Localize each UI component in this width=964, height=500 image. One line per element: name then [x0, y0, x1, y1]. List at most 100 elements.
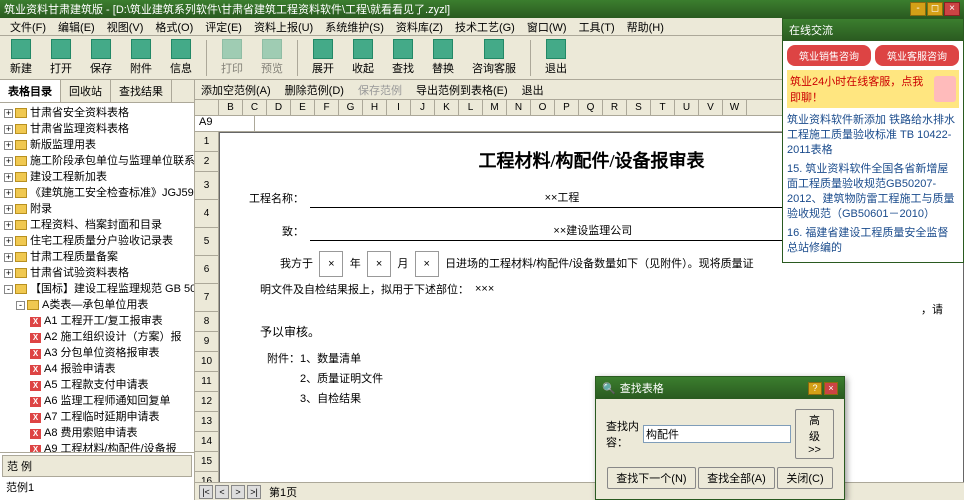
expand-toggle[interactable]: +: [4, 237, 13, 246]
tree-node[interactable]: XA6 监理工程师通知回复单: [2, 393, 192, 409]
close-button[interactable]: ×: [944, 2, 960, 16]
menu-item[interactable]: 格式(O): [149, 19, 199, 35]
expand-toggle[interactable]: +: [4, 157, 13, 166]
tree-node[interactable]: +建设工程新加表: [2, 169, 192, 185]
menu-item[interactable]: 窗口(W): [521, 19, 573, 35]
ctool-item[interactable]: 退出: [522, 82, 544, 98]
tab-recycle[interactable]: 回收站: [61, 80, 111, 102]
tree-node[interactable]: +住宅工程质量分户验收记录表: [2, 233, 192, 249]
tree-node[interactable]: XA3 分包单位资格报审表: [2, 345, 192, 361]
tree-node[interactable]: +新版监理用表: [2, 137, 192, 153]
example-item[interactable]: 范例1: [2, 477, 192, 497]
expand-toggle[interactable]: +: [4, 173, 13, 182]
col-header[interactable]: M: [483, 100, 507, 115]
cell-ref[interactable]: A9: [195, 116, 255, 131]
advanced-button[interactable]: 高级>>: [795, 409, 834, 459]
menu-item[interactable]: 工具(T): [573, 19, 621, 35]
find-input[interactable]: [643, 425, 791, 443]
tree-view[interactable]: +甘肃省安全资料表格+甘肃省监理资料表格+新版监理用表+施工阶段承包单位与监理单…: [0, 103, 194, 452]
col-header[interactable]: C: [243, 100, 267, 115]
toolbar-打开[interactable]: 打开: [44, 37, 78, 78]
chat-banner[interactable]: 筑业24小时在线客服，点我即聊！: [787, 70, 959, 108]
menu-item[interactable]: 帮助(H): [621, 19, 670, 35]
col-header[interactable]: [195, 100, 219, 115]
menu-item[interactable]: 资料上报(U): [248, 19, 319, 35]
row-header[interactable]: 9: [195, 332, 219, 352]
row-header[interactable]: 11: [195, 372, 219, 392]
news-link[interactable]: 16. 福建省建设工程质量安全监督总站修编的: [787, 224, 959, 258]
expand-toggle[interactable]: -: [16, 301, 25, 310]
menu-item[interactable]: 系统维护(S): [319, 19, 390, 35]
col-header[interactable]: F: [315, 100, 339, 115]
col-header[interactable]: L: [459, 100, 483, 115]
proj-value[interactable]: ××工程: [310, 187, 814, 208]
col-header[interactable]: S: [627, 100, 651, 115]
month-input[interactable]: ×: [367, 251, 391, 277]
expand-toggle[interactable]: +: [4, 125, 13, 134]
page-last[interactable]: >|: [247, 485, 261, 499]
col-header[interactable]: R: [603, 100, 627, 115]
minimize-button[interactable]: -: [910, 2, 926, 16]
blank-line[interactable]: [260, 303, 921, 315]
tree-node[interactable]: +甘肃省安全资料表格: [2, 105, 192, 121]
news-link[interactable]: 15. 筑业资料软件全国各省新增屋面工程质量验收规范GB50207-2012、建…: [787, 160, 959, 224]
tab-results[interactable]: 查找结果: [111, 80, 172, 102]
expand-toggle[interactable]: +: [4, 109, 13, 118]
sales-banner[interactable]: 筑业销售咨询: [787, 45, 871, 66]
row-header[interactable]: 10: [195, 352, 219, 372]
row-header[interactable]: 3: [195, 172, 219, 200]
day-input[interactable]: ×: [415, 251, 439, 277]
tree-node[interactable]: XA4 报验申请表: [2, 361, 192, 377]
tree-node[interactable]: +甘肃工程质量备案: [2, 249, 192, 265]
tree-node[interactable]: XA9 工程材料/构配件/设备报: [2, 441, 192, 452]
col-header[interactable]: P: [555, 100, 579, 115]
find-next-button[interactable]: 查找下一个(N): [607, 467, 695, 489]
service-banner[interactable]: 筑业客服咨询: [875, 45, 959, 66]
row-header[interactable]: 4: [195, 200, 219, 228]
row-header[interactable]: 12: [195, 392, 219, 412]
col-header[interactable]: K: [435, 100, 459, 115]
menu-item[interactable]: 文件(F): [4, 19, 52, 35]
menu-item[interactable]: 资料库(Z): [390, 19, 449, 35]
col-header[interactable]: V: [699, 100, 723, 115]
dialog-title-bar[interactable]: 🔍 查找表格 ? ×: [596, 377, 844, 399]
row-header[interactable]: 14: [195, 432, 219, 452]
row-header[interactable]: 6: [195, 256, 219, 284]
maximize-button[interactable]: ◻: [927, 2, 943, 16]
col-header[interactable]: B: [219, 100, 243, 115]
col-header[interactable]: I: [387, 100, 411, 115]
page-first[interactable]: |<: [199, 485, 213, 499]
row-header[interactable]: 16: [195, 472, 219, 482]
col-header[interactable]: Q: [579, 100, 603, 115]
tree-node[interactable]: +甘肃省试验资料表格: [2, 265, 192, 281]
close-dialog-button[interactable]: 关闭(C): [777, 467, 832, 489]
toolbar-保存[interactable]: 保存: [84, 37, 118, 78]
row-header[interactable]: 15: [195, 452, 219, 472]
col-header[interactable]: T: [651, 100, 675, 115]
expand-toggle[interactable]: +: [4, 205, 13, 214]
tree-node[interactable]: +《建筑施工安全检查标准》JGJ59-9: [2, 185, 192, 201]
toolbar-收起[interactable]: 收起: [346, 37, 380, 78]
row-header[interactable]: 7: [195, 284, 219, 312]
col-header[interactable]: O: [531, 100, 555, 115]
row-header[interactable]: 1: [195, 132, 219, 152]
find-all-button[interactable]: 查找全部(A): [698, 467, 775, 489]
tree-node[interactable]: XA7 工程临时延期申请表: [2, 409, 192, 425]
page-next[interactable]: >: [231, 485, 245, 499]
menu-item[interactable]: 评定(E): [199, 19, 248, 35]
toolbar-查找[interactable]: 查找: [386, 37, 420, 78]
tree-node[interactable]: +甘肃省监理资料表格: [2, 121, 192, 137]
toolbar-信息[interactable]: 信息: [164, 37, 198, 78]
col-header[interactable]: J: [411, 100, 435, 115]
expand-toggle[interactable]: +: [4, 253, 13, 262]
expand-toggle[interactable]: +: [4, 269, 13, 278]
tree-node[interactable]: -A类表—承包单位用表: [2, 297, 192, 313]
col-header[interactable]: U: [675, 100, 699, 115]
tree-node[interactable]: +附录: [2, 201, 192, 217]
toolbar-新建[interactable]: 新建: [4, 37, 38, 78]
col-header[interactable]: E: [291, 100, 315, 115]
tree-node[interactable]: +施工阶段承包单位与监理单位联系: [2, 153, 192, 169]
ctool-item[interactable]: 添加空范例(A): [201, 82, 271, 98]
ctool-item[interactable]: 删除范例(D): [285, 82, 344, 98]
news-link[interactable]: 筑业资料软件新添加 铁路给水排水工程施工质量验收标准 TB 10422-2011…: [787, 111, 959, 160]
